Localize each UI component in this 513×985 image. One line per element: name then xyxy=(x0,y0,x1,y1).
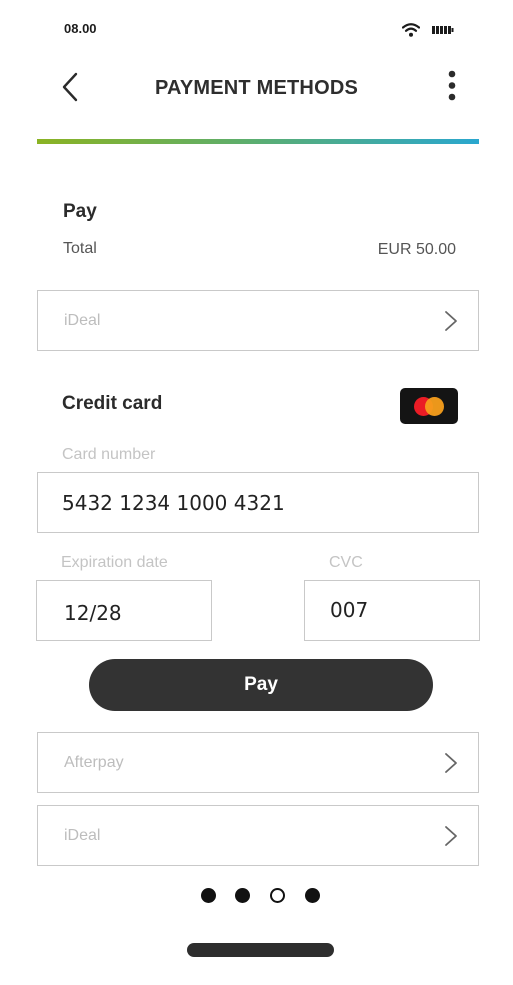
payment-method-afterpay[interactable]: Afterpay xyxy=(37,732,479,793)
payment-method-label: Afterpay xyxy=(64,754,124,771)
cvc-value: 007 xyxy=(330,598,369,622)
chevron-right-icon xyxy=(445,311,457,331)
expiration-date-value: 12/28 xyxy=(64,601,122,625)
payment-method-ideal[interactable]: iDeal xyxy=(37,290,479,351)
wifi-icon xyxy=(402,23,420,37)
card-number-input[interactable]: 5432 1234 1000 4321 xyxy=(37,472,479,533)
page-dot[interactable] xyxy=(235,888,250,903)
credit-card-heading: Credit card xyxy=(62,393,163,414)
page-title: PAYMENT METHODS xyxy=(154,77,359,99)
accent-divider xyxy=(37,139,479,144)
page-dot[interactable] xyxy=(305,888,320,903)
payment-method-label: iDeal xyxy=(64,312,101,329)
header: PAYMENT METHODS xyxy=(0,58,513,118)
page-dot[interactable] xyxy=(201,888,216,903)
pay-heading: Pay xyxy=(63,201,97,222)
cvc-label: CVC xyxy=(329,554,363,571)
battery-icon xyxy=(432,26,454,34)
payment-method-label: iDeal xyxy=(64,827,101,844)
expiration-date-label: Expiration date xyxy=(61,554,168,571)
total-label: Total xyxy=(63,240,97,257)
status-bar: 08.00 xyxy=(0,0,513,58)
payment-method-ideal-bottom[interactable]: iDeal xyxy=(37,805,479,866)
card-number-label: Card number xyxy=(62,446,156,463)
cvc-input[interactable]: 007 xyxy=(304,580,480,641)
total-value: EUR 50.00 xyxy=(377,241,456,258)
chevron-right-icon xyxy=(445,753,457,773)
pay-button[interactable]: Pay xyxy=(89,659,433,711)
chevron-right-icon xyxy=(445,826,457,846)
pagination-dots xyxy=(0,888,513,904)
mastercard-logo xyxy=(400,388,458,424)
page-dot-active[interactable] xyxy=(270,888,285,903)
home-indicator[interactable] xyxy=(187,943,334,957)
expiration-date-input[interactable]: 12/28 xyxy=(36,580,212,641)
more-options-icon[interactable] xyxy=(440,68,464,108)
card-number-value: 5432 1234 1000 4321 xyxy=(62,491,285,515)
status-time: 08.00 xyxy=(64,21,97,36)
